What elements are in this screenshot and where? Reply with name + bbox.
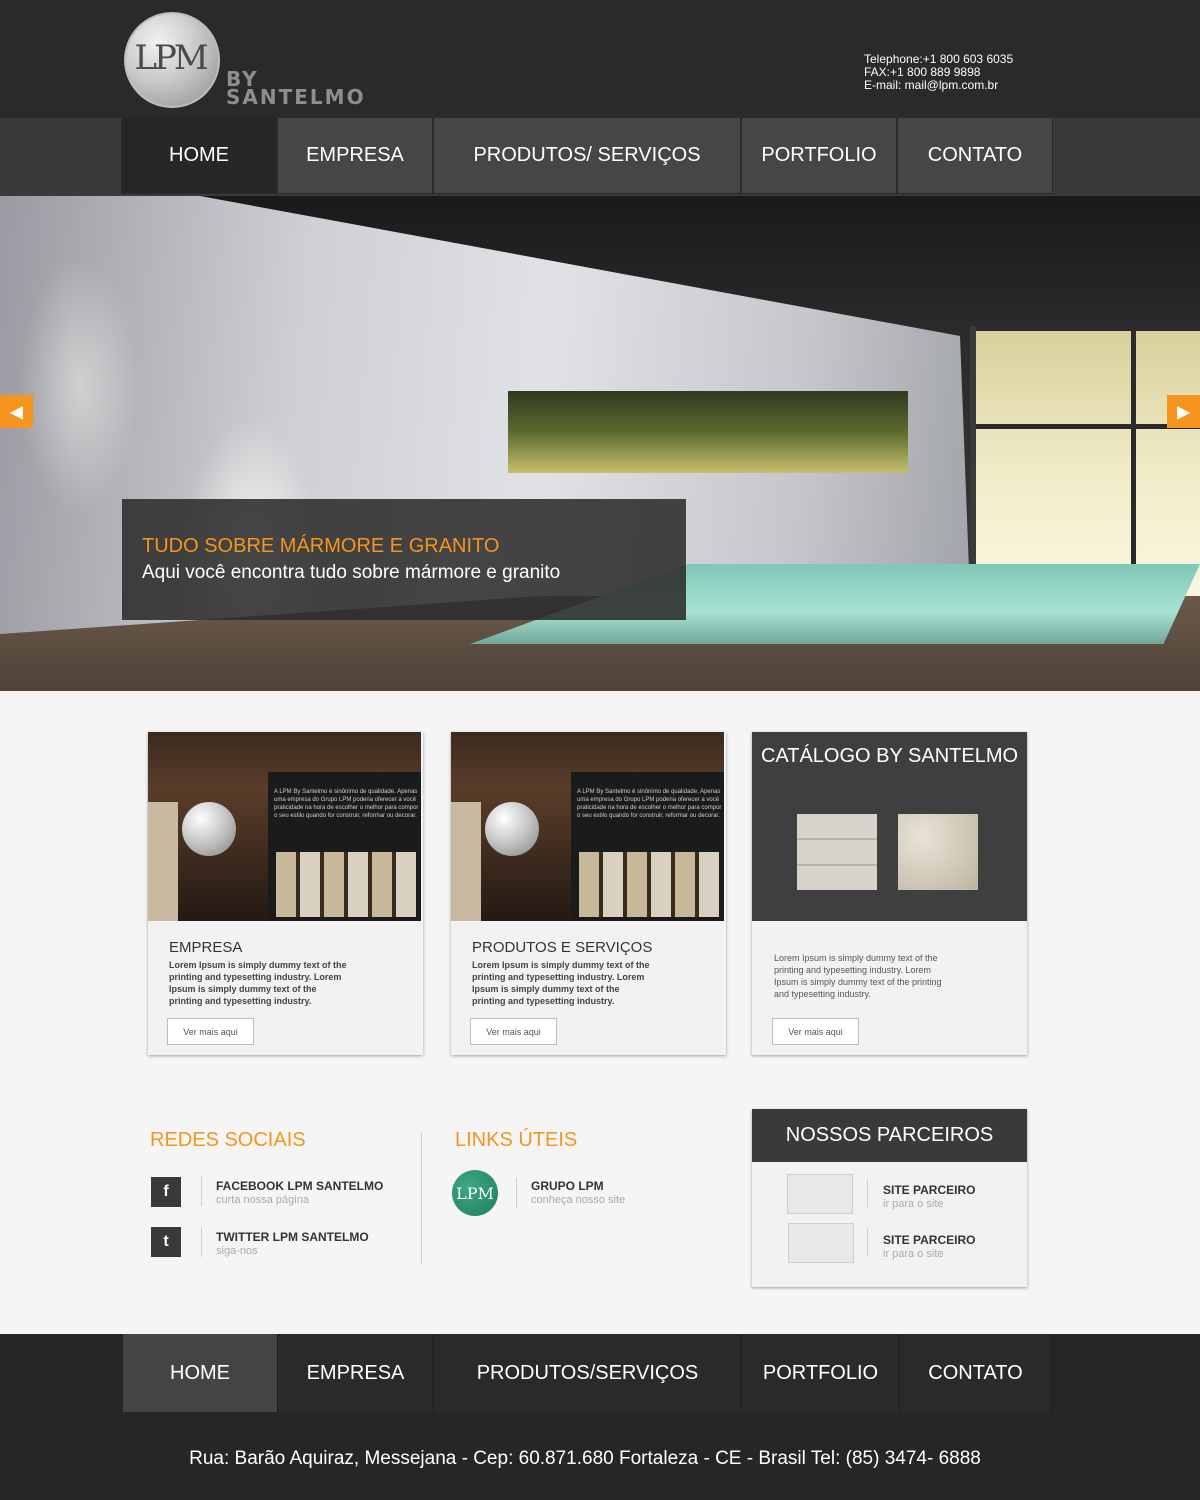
nav-empresa[interactable]: EMPRESA	[277, 118, 433, 194]
card-body: Lorem Ipsum is simply dummy text of the …	[169, 960, 347, 1006]
slider-next-button[interactable]: ▶	[1167, 395, 1200, 428]
logo[interactable]: LPM BY SANTELMO	[122, 10, 392, 110]
partners-box: NOSSOS PARCEIROS SITE PARCEIRO ir para o…	[752, 1109, 1027, 1287]
hero-building-glass	[970, 326, 1200, 596]
slider-prev-button[interactable]: ◀	[0, 395, 33, 428]
catalog-header: CATÁLOGO BY SANTELMO	[752, 732, 1027, 921]
hero-window-slit	[508, 391, 908, 473]
twitter-link[interactable]: TWITTER LPM SANTELMO	[216, 1230, 369, 1244]
footer-nav-portfolio[interactable]: PORTFOLIO	[742, 1334, 900, 1412]
contact-email[interactable]: E-mail: mail@lpm.com.br	[864, 79, 1013, 92]
facebook-sub: curta nossa página	[216, 1194, 309, 1206]
showroom-emblem	[485, 802, 539, 856]
card-empresa: A LPM By Santelmo é sinônimo de qualidad…	[148, 732, 423, 1055]
logo-line-2: SANTELMO	[226, 85, 366, 109]
ver-mais-button[interactable]: Ver mais aqui	[167, 1018, 254, 1045]
footer-nav-home[interactable]: HOME	[123, 1334, 278, 1412]
footer-nav: HOME EMPRESA PRODUTOS/SERVIÇOS PORTFOLIO…	[123, 1334, 1052, 1412]
partner-sub-2: ir para o site	[883, 1248, 944, 1260]
nav-portfolio[interactable]: PORTFOLIO	[741, 118, 897, 194]
card-body: Lorem Ipsum is simply dummy text of the …	[472, 960, 650, 1006]
grupo-lpm-sub: conheça nosso site	[531, 1194, 626, 1206]
chevron-left-icon: ◀	[10, 403, 23, 421]
links-uteis-title: LINKS ÚTEIS	[455, 1129, 578, 1151]
main-nav: HOME EMPRESA PRODUTOS/ SERVIÇOS PORTFOLI…	[0, 118, 1200, 196]
catalog-title: CATÁLOGO BY SANTELMO	[760, 745, 1019, 767]
contact-info: Telephone:+1 800 603 6035 FAX:+1 800 889…	[864, 53, 1013, 92]
hero-slider: ◀ ▶ TUDO SOBRE MÁRMORE E GRANITO Aqui vo…	[0, 196, 1200, 691]
nav-contato[interactable]: CONTATO	[897, 118, 1053, 194]
partner-logo-1[interactable]	[787, 1174, 853, 1214]
partners-title: NOSSOS PARCEIROS	[752, 1109, 1027, 1162]
card-catalogo: CATÁLOGO BY SANTELMO Lorem Ipsum is simp…	[752, 732, 1027, 1055]
hero-subtitle: Aqui você encontra tudo sobre mármore e …	[142, 562, 561, 583]
footer-address: Rua: Barão Aquiraz, Messejana - Cep: 60.…	[189, 1448, 981, 1469]
grupo-lpm-link[interactable]: GRUPO LPM	[531, 1179, 604, 1193]
logo-text: BY SANTELMO	[226, 69, 366, 109]
ver-mais-button[interactable]: Ver mais aqui	[772, 1018, 859, 1045]
site-header: LPM BY SANTELMO Telephone:+1 800 603 603…	[0, 0, 1200, 118]
card-title: EMPRESA	[169, 939, 243, 956]
nav-home[interactable]: HOME	[121, 118, 277, 194]
catalog-swatch-2[interactable]	[898, 814, 978, 890]
facebook-icon[interactable]: f	[151, 1177, 181, 1207]
card-image: A LPM By Santelmo é sinônimo de qualidad…	[148, 732, 421, 921]
footer-nav-produtos-servicos[interactable]: PRODUTOS/SERVIÇOS	[434, 1334, 742, 1412]
logo-mark: LPM	[134, 38, 208, 78]
twitter-icon[interactable]: t	[151, 1227, 181, 1257]
catalog-swatch-1[interactable]	[797, 814, 877, 890]
grupo-lpm-logo[interactable]: LPM	[452, 1170, 498, 1216]
partner-sub-1: ir para o site	[883, 1198, 944, 1210]
showroom-emblem	[182, 802, 236, 856]
partner-link-1[interactable]: SITE PARCEIRO	[883, 1183, 975, 1197]
footer-nav-contato[interactable]: CONTATO	[900, 1334, 1052, 1412]
footer-nav-empresa[interactable]: EMPRESA	[278, 1334, 434, 1412]
card-produtos-servicos: A LPM By Santelmo é sinônimo de qualidad…	[451, 732, 726, 1055]
card-image: A LPM By Santelmo é sinônimo de qualidad…	[451, 732, 724, 921]
redes-sociais-title: REDES SOCIAIS	[150, 1129, 306, 1151]
card-body: Lorem Ipsum is simply dummy text of the …	[774, 953, 942, 999]
chevron-right-icon: ▶	[1177, 403, 1190, 421]
facebook-link[interactable]: FACEBOOK LPM SANTELMO	[216, 1179, 383, 1193]
hero-title: TUDO SOBRE MÁRMORE E GRANITO	[142, 535, 500, 557]
image-caption: A LPM By Santelmo é sinônimo de qualidad…	[577, 789, 722, 819]
partner-logo-2[interactable]	[788, 1223, 854, 1263]
twitter-sub: siga-nos	[216, 1245, 258, 1257]
card-title: PRODUTOS E SERVIÇOS	[472, 939, 653, 956]
ver-mais-button[interactable]: Ver mais aqui	[470, 1018, 557, 1045]
image-caption: A LPM By Santelmo é sinônimo de qualidad…	[274, 789, 419, 819]
partner-link-2[interactable]: SITE PARCEIRO	[883, 1233, 975, 1247]
site-footer: HOME EMPRESA PRODUTOS/SERVIÇOS PORTFOLIO…	[0, 1334, 1200, 1500]
nav-produtos-servicos[interactable]: PRODUTOS/ SERVIÇOS	[433, 118, 741, 194]
hero-caption: TUDO SOBRE MÁRMORE E GRANITO Aqui você e…	[122, 499, 686, 620]
section-divider	[421, 1132, 422, 1264]
